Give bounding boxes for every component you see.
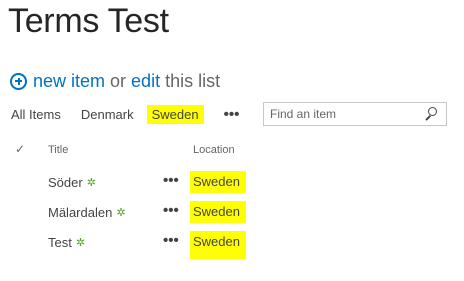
location-cell: Sweden [190, 231, 246, 259]
new-item-icon: ✲ [75, 237, 86, 249]
item-title-link[interactable]: Mälardalen [48, 205, 112, 220]
new-item-icon: ✲ [116, 207, 126, 219]
view-denmark[interactable]: Denmark [81, 107, 134, 122]
table-row[interactable]: Test ✲ ••• Sweden [0, 229, 464, 259]
view-all-items[interactable]: All Items [11, 107, 61, 122]
search-icon[interactable] [422, 104, 442, 124]
item-title-link[interactable]: Test [48, 235, 72, 250]
new-item-icon: ✲ [86, 177, 96, 189]
item-title-link[interactable]: Söder [48, 175, 83, 190]
add-circle-icon[interactable] [10, 72, 27, 90]
table-row[interactable]: Mälardalen ✲ ••• Sweden [0, 199, 464, 229]
or-text: or [110, 70, 127, 91]
location-cell: Sweden [190, 171, 246, 193]
title-cell: Mälardalen ✲ [48, 205, 126, 220]
item-more-button[interactable]: ••• [163, 232, 179, 249]
view-selector: All Items Denmark Sweden ••• [11, 103, 239, 125]
column-header-location[interactable]: Location [193, 144, 235, 156]
search-box [263, 102, 447, 126]
column-header-title[interactable]: Title [48, 144, 68, 156]
this-list-text: this list [165, 70, 221, 91]
title-cell: Test ✲ [48, 235, 85, 250]
more-views-button[interactable]: ••• [224, 106, 240, 123]
location-cell: Sweden [190, 201, 246, 223]
item-more-button[interactable]: ••• [163, 202, 179, 219]
new-item-link[interactable]: new item [33, 71, 105, 92]
table-row[interactable]: Söder ✲ ••• Sweden [0, 169, 464, 199]
item-more-button[interactable]: ••• [163, 172, 179, 189]
view-sweden[interactable]: Sweden [146, 104, 204, 124]
select-all-checkmark-icon[interactable]: ✓ [15, 142, 25, 156]
command-bar: new item or edit this list [10, 69, 225, 93]
search-input[interactable] [264, 107, 422, 121]
edit-link[interactable]: edit [131, 71, 160, 92]
title-cell: Söder ✲ [48, 175, 96, 190]
page-title: Terms Test [8, 2, 169, 40]
